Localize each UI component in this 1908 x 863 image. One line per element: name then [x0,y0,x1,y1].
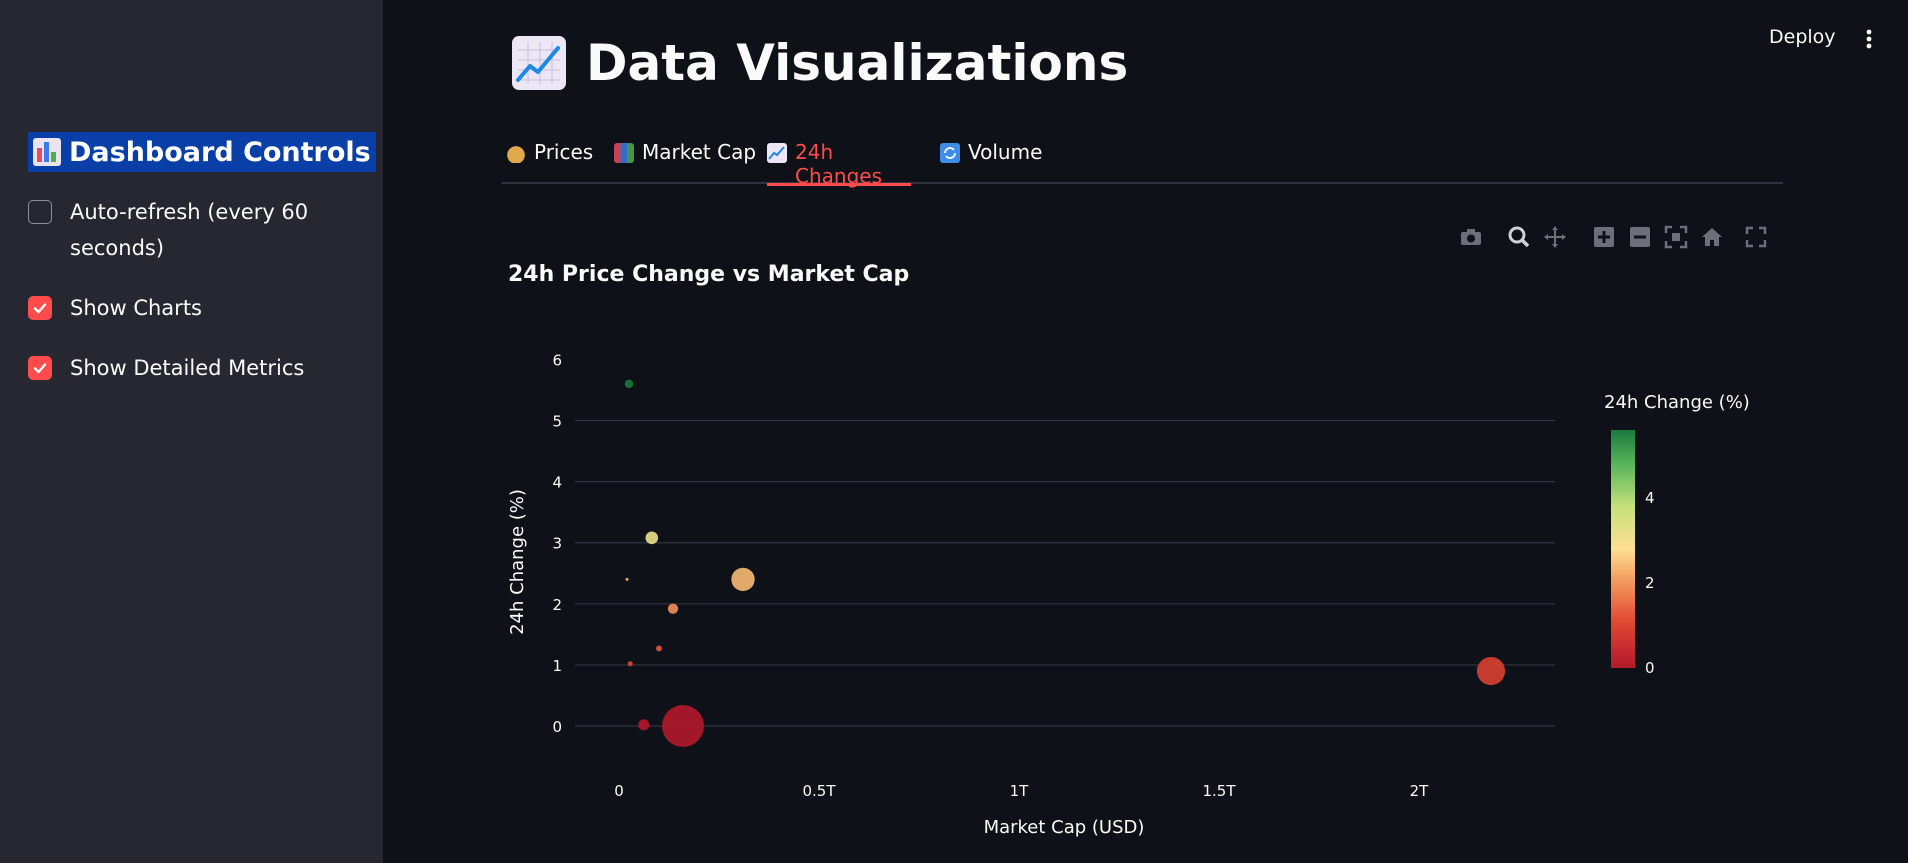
colorbar-tick-label: 2 [1645,574,1655,592]
tab-label: Market Cap [642,140,757,164]
colorbar-tick-label: 4 [1645,489,1655,507]
y-tick-label: 6 [552,351,562,369]
fullscreen-icon[interactable] [1743,224,1769,250]
checkbox-label: Show Detailed Metrics [70,356,305,380]
x-tick-label: 1.5T [1202,782,1236,800]
data-point[interactable] [656,645,662,652]
camera-icon[interactable] [1458,224,1484,250]
deploy-button[interactable]: Deploy [1769,26,1836,48]
zoom-in-icon[interactable] [1591,224,1617,250]
sidebar-title: Dashboard Controls [28,132,376,172]
checkbox-box[interactable] [28,296,52,320]
y-tick-label: 0 [552,718,562,736]
checkbox-box[interactable] [28,200,52,224]
data-point[interactable] [624,379,634,389]
chart-increasing-icon [512,36,566,90]
zoom-icon[interactable] [1506,224,1532,250]
tab-label: Volume [968,140,1043,164]
x-tick-label: 1T [1010,782,1030,800]
gridlines [575,419,1555,727]
y-tick-label: 3 [552,535,562,553]
more-options-icon[interactable] [1862,26,1876,52]
tab-label: Prices [534,140,594,164]
tab-market-cap[interactable]: Market Cap [614,134,756,184]
y-tick-label: 4 [552,474,562,492]
auto-refresh-checkbox[interactable]: Auto-refresh (every 60 seconds) [28,194,308,266]
pan-icon[interactable] [1542,224,1568,250]
checkbox-label-line1: Auto-refresh (every 60 [70,200,309,224]
y-tick-label: 5 [552,413,562,431]
y-tick-label: 2 [552,596,562,614]
checkbox-label-line2: seconds) [70,236,165,260]
check-icon [33,363,47,374]
checkbox-label: Show Charts [70,296,202,320]
colorbar-tick-label: 0 [1645,659,1655,677]
x-tick-label: 2T [1410,782,1430,800]
tab-bar: Prices Market Cap 24h Changes Volume [502,134,1783,188]
data-point[interactable] [1476,656,1506,686]
data-point[interactable] [627,661,633,667]
checkbox-label: Auto-refresh (every 60 seconds) [70,194,308,266]
money-bag-icon [506,143,526,163]
tab-label: 24h Changes [795,140,882,188]
colorbar-tick-labels: 0 2 4 [1645,489,1655,677]
data-point[interactable] [645,531,659,545]
sidebar: Dashboard Controls Auto-refresh (every 6… [0,0,383,863]
chart-increasing-icon [767,143,787,163]
refresh-icon [940,143,960,163]
data-point[interactable] [638,719,650,731]
checkbox-box[interactable] [28,356,52,380]
x-tick-label: 0 [614,782,624,800]
x-tick-labels: 0 0.5T 1T 1.5T 2T [614,782,1429,800]
colorbar-title: 24h Change (%) [1604,392,1750,413]
page-title-text: Data Visualizations [586,34,1129,92]
tab-volume[interactable]: Volume [940,134,1042,184]
y-tick-labels: 0 1 2 3 4 5 6 [552,351,562,736]
sidebar-title-text: Dashboard Controls [69,136,371,168]
y-tick-label: 1 [552,657,562,675]
data-point[interactable] [667,603,679,614]
zoom-out-icon[interactable] [1627,224,1653,250]
x-tick-label: 0.5T [802,782,836,800]
data-points [624,379,1506,748]
bar-chart-icon [33,138,61,166]
chart-title: 24h Price Change vs Market Cap [508,262,910,287]
data-point[interactable] [662,705,704,748]
check-icon [33,303,47,314]
home-icon[interactable] [1699,224,1725,250]
autoscale-icon[interactable] [1663,224,1689,250]
show-charts-checkbox[interactable]: Show Charts [28,290,202,326]
tab-prices[interactable]: Prices [506,134,593,184]
show-detailed-metrics-checkbox[interactable]: Show Detailed Metrics [28,350,304,386]
x-axis-label: Market Cap (USD) [984,817,1145,838]
data-point[interactable] [625,577,629,581]
bar-chart-icon [614,143,634,163]
data-point[interactable] [731,567,755,592]
y-axis-label: 24h Change (%) [507,489,528,635]
colorbar [1611,430,1635,668]
page-title: Data Visualizations [512,34,1128,92]
tab-24h-changes[interactable]: 24h Changes [767,134,911,188]
